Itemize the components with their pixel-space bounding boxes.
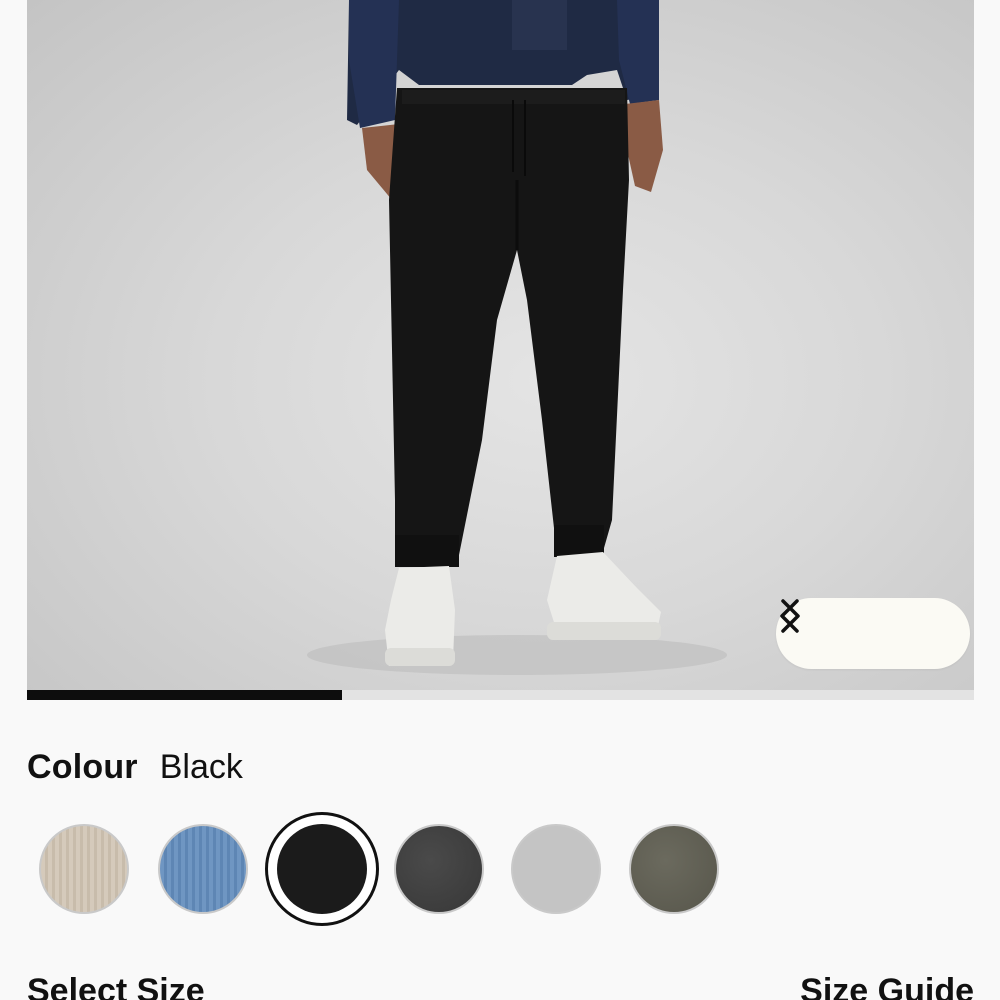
select-size-label: Select Size [27,972,205,1000]
swatch-light-grey[interactable] [511,824,601,914]
swatch-blue-rib[interactable] [158,824,248,914]
swatch-black-selected[interactable] [265,812,379,926]
carousel-progress-fill [27,690,343,700]
swatch-dark-heather-grey[interactable] [394,824,484,914]
product-image[interactable] [27,0,974,690]
colour-label: Colour [27,748,138,786]
carousel-progress-track [27,690,974,700]
carousel-next-button[interactable] [781,599,952,664]
colour-selected-value: Black [159,748,243,786]
product-detail-page: Colour Black Select Size Size Guide [0,0,1000,1000]
colour-heading: Colour Black [27,748,243,792]
colour-swatches [27,812,747,926]
swatch-olive-heather[interactable] [629,824,719,914]
size-row: Select Size Size Guide [27,972,974,1000]
model-illustration [307,0,727,675]
carousel-nav [776,598,970,669]
size-guide-link[interactable]: Size Guide [800,972,974,1000]
swatch-beige-rib[interactable] [39,824,129,914]
chevron-right-icon [781,599,800,633]
swatch-black-fill [277,824,367,914]
